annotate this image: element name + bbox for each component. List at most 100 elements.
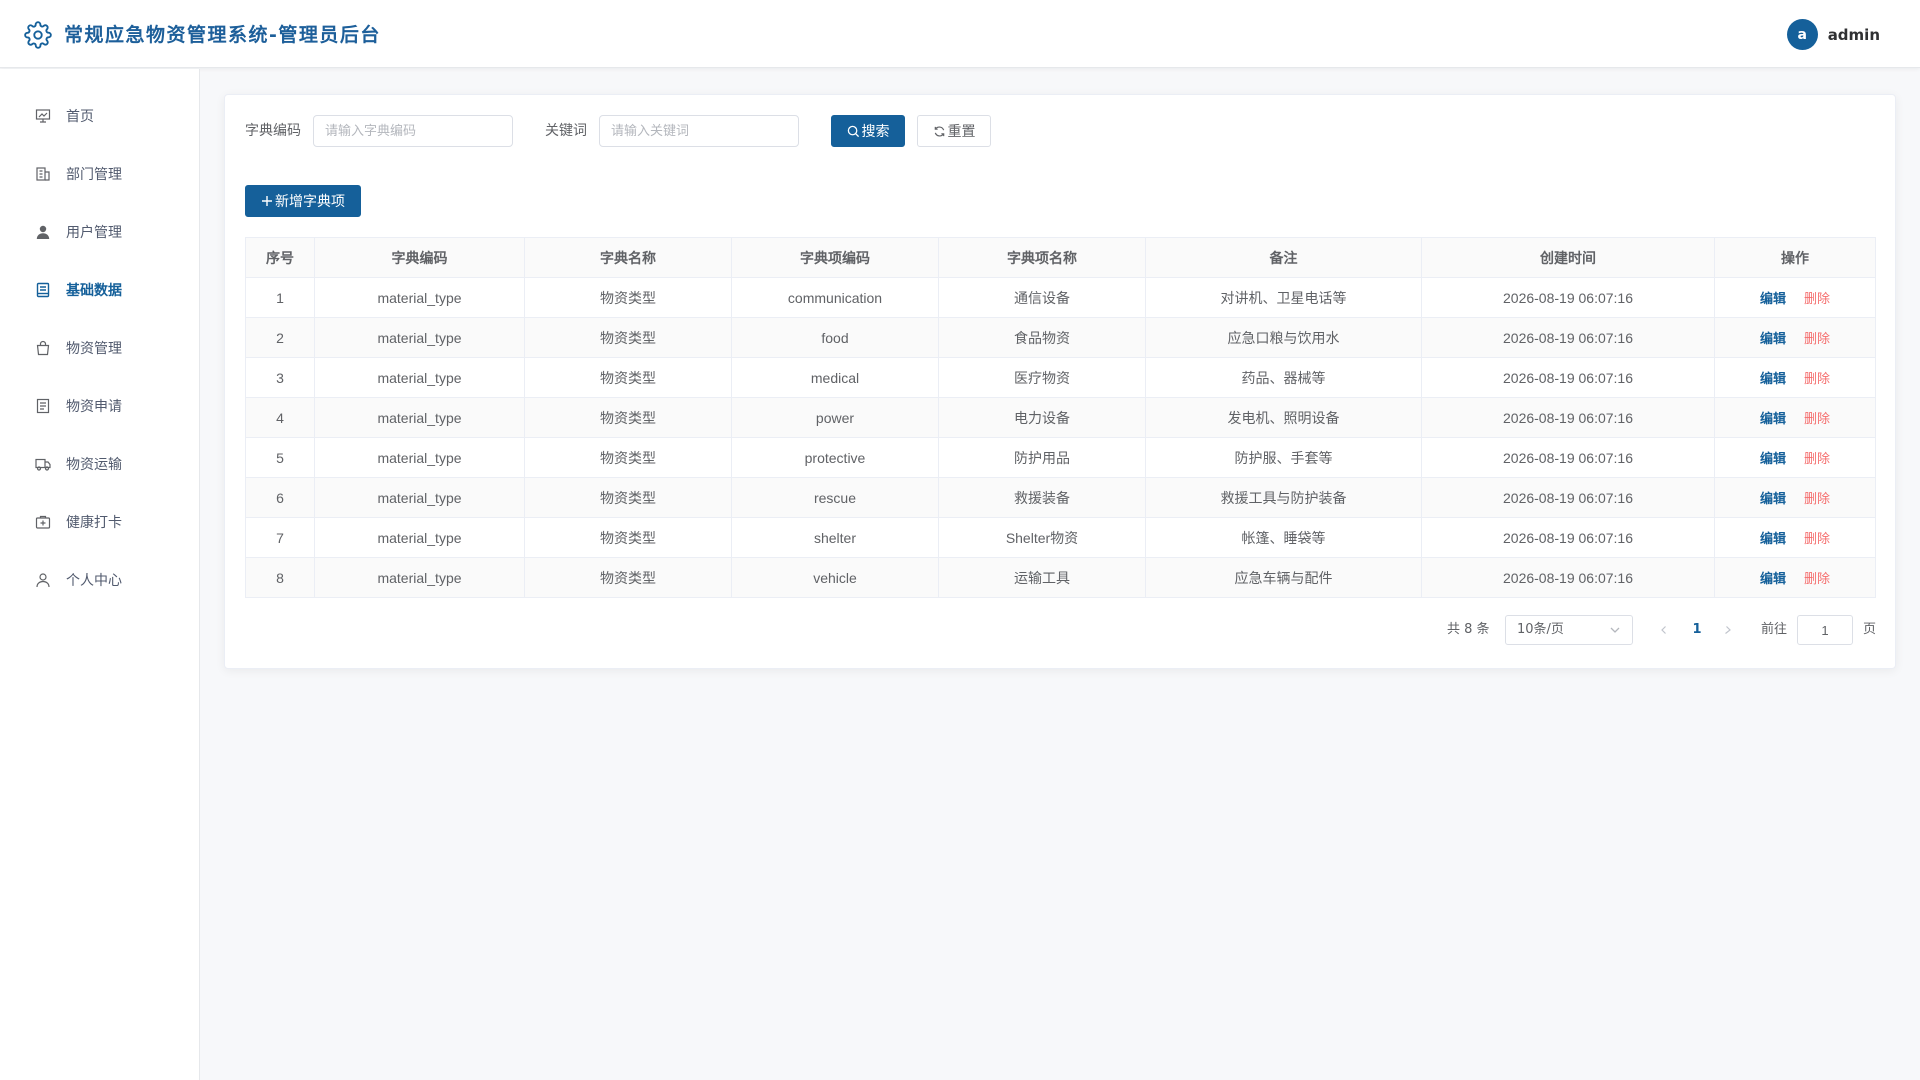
table-cell: 发电机、照明设备	[1145, 397, 1422, 438]
delete-link[interactable]: 删除	[1804, 411, 1830, 426]
sidebar-item-label: 物资申请	[66, 399, 122, 415]
edit-link[interactable]: 编辑	[1760, 371, 1786, 386]
column-header: 字典编码	[314, 237, 525, 278]
page-size-value: 10条/页	[1517, 622, 1564, 637]
user-filled-icon	[34, 223, 52, 241]
table-cell: 4	[245, 397, 315, 438]
delete-link[interactable]: 删除	[1804, 331, 1830, 346]
table-cell: 8	[245, 557, 315, 598]
sidebar-item-departments[interactable]: 部门管理	[0, 151, 199, 197]
table-cell: 2026-08-19 06:07:16	[1421, 397, 1715, 438]
goto-page-input[interactable]	[1797, 615, 1853, 645]
edit-link[interactable]: 编辑	[1760, 331, 1786, 346]
sidebar: 首页 部门管理 用户管理 基础数据 物资管理 物资申请 物资运输 健康打卡 个人…	[0, 69, 200, 1080]
column-header: 操作	[1714, 237, 1876, 278]
table-cell: material_type	[314, 517, 525, 558]
table-cell: 物资类型	[524, 397, 732, 438]
keyword-input[interactable]	[599, 115, 799, 147]
delete-link[interactable]: 删除	[1804, 371, 1830, 386]
actions-cell: 编辑 删除	[1714, 317, 1876, 358]
search-icon	[847, 125, 859, 137]
shopping-bag-icon	[34, 339, 52, 357]
delete-link[interactable]: 删除	[1804, 451, 1830, 466]
plus-icon	[262, 196, 272, 206]
table-header-row: 序号 字典编码 字典名称 字典项编码 字典项名称 备注 创建时间 操作	[245, 237, 1876, 278]
table-cell: 运输工具	[938, 557, 1146, 598]
edit-link[interactable]: 编辑	[1760, 531, 1786, 546]
table-row: 4 material_type 物资类型 power 电力设备 发电机、照明设备 2026-…	[245, 397, 1876, 438]
column-header: 字典项编码	[731, 237, 939, 278]
sidebar-item-applications[interactable]: 物资申请	[0, 383, 199, 429]
table-cell: food	[731, 317, 939, 358]
edit-link[interactable]: 编辑	[1760, 291, 1786, 306]
avatar[interactable]: a	[1786, 19, 1818, 50]
table-row: 6 material_type 物资类型 rescue 救援装备 救援工具与防护装备 202…	[245, 477, 1876, 518]
chevron-down-icon	[1610, 627, 1620, 633]
sidebar-item-label: 个人中心	[66, 573, 122, 589]
van-icon	[34, 455, 52, 473]
keyword-label: 关键词	[545, 123, 587, 139]
reset-button-label: 重置	[947, 124, 976, 140]
table-cell: 物资类型	[524, 437, 732, 478]
delete-link[interactable]: 删除	[1804, 291, 1830, 306]
sidebar-item-users[interactable]: 用户管理	[0, 209, 199, 255]
table-cell: 2	[245, 317, 315, 358]
sidebar-item-profile[interactable]: 个人中心	[0, 557, 199, 603]
sidebar-item-materials[interactable]: 物资管理	[0, 325, 199, 371]
column-header: 字典名称	[524, 237, 732, 278]
user-menu[interactable]: a admin	[1786, 19, 1880, 50]
table-cell: 2026-08-19 06:07:16	[1421, 317, 1715, 358]
edit-link[interactable]: 编辑	[1760, 491, 1786, 506]
sidebar-item-health-checkin[interactable]: 健康打卡	[0, 499, 199, 545]
table-cell: 应急口粮与饮用水	[1145, 317, 1422, 358]
pagination-total: 共 8 条	[1447, 622, 1490, 637]
edit-link[interactable]: 编辑	[1760, 411, 1786, 426]
actions-cell: 编辑 删除	[1714, 397, 1876, 438]
prev-page-button[interactable]	[1653, 615, 1675, 645]
actions-cell: 编辑 删除	[1714, 477, 1876, 518]
next-page-button[interactable]	[1717, 615, 1739, 645]
edit-link[interactable]: 编辑	[1760, 571, 1786, 586]
column-header: 创建时间	[1421, 237, 1715, 278]
delete-link[interactable]: 删除	[1804, 491, 1830, 506]
sidebar-item-label: 基础数据	[66, 283, 122, 299]
username[interactable]: admin	[1828, 26, 1880, 44]
table-cell: Shelter物资	[938, 517, 1146, 558]
dict-code-input[interactable]	[313, 115, 513, 147]
page-number-current[interactable]: 1	[1687, 615, 1707, 645]
table-cell: 医疗物资	[938, 357, 1146, 398]
table-cell: 救援工具与防护装备	[1145, 477, 1422, 518]
reset-button[interactable]: 重置	[917, 115, 991, 147]
search-button[interactable]: 搜索	[831, 115, 905, 147]
sidebar-item-label: 健康打卡	[66, 515, 122, 531]
sidebar-item-transport[interactable]: 物资运输	[0, 441, 199, 487]
user-icon	[34, 571, 52, 589]
table-cell: 2026-08-19 06:07:16	[1421, 557, 1715, 598]
table-cell: material_type	[314, 477, 525, 518]
table-cell: 食品物资	[938, 317, 1146, 358]
search-button-label: 搜索	[861, 124, 890, 140]
table-cell: material_type	[314, 557, 525, 598]
table-cell: 防护服、手套等	[1145, 437, 1422, 478]
table-cell: 物资类型	[524, 477, 732, 518]
table-cell: vehicle	[731, 557, 939, 598]
building-icon	[34, 165, 52, 183]
delete-link[interactable]: 删除	[1804, 531, 1830, 546]
table-cell: 3	[245, 357, 315, 398]
delete-link[interactable]: 删除	[1804, 571, 1830, 586]
table-cell: 物资类型	[524, 557, 732, 598]
sidebar-item-label: 首页	[66, 109, 94, 125]
sidebar-item-home[interactable]: 首页	[0, 93, 199, 139]
presentation-chart-icon	[34, 107, 52, 125]
table-cell: rescue	[731, 477, 939, 518]
edit-link[interactable]: 编辑	[1760, 451, 1786, 466]
table-cell: 6	[245, 477, 315, 518]
table-cell: 应急车辆与配件	[1145, 557, 1422, 598]
page-size-select[interactable]: 10条/页	[1505, 615, 1633, 645]
sidebar-item-basic-data[interactable]: 基础数据	[0, 267, 199, 313]
table-cell: 电力设备	[938, 397, 1146, 438]
table-cell: 物资类型	[524, 277, 732, 318]
goto-label: 前往	[1761, 622, 1788, 637]
table-row: 5 material_type 物资类型 protective 防护用品 防护服、手套等 2…	[245, 437, 1876, 478]
add-dict-item-button[interactable]: 新增字典项	[245, 185, 361, 217]
